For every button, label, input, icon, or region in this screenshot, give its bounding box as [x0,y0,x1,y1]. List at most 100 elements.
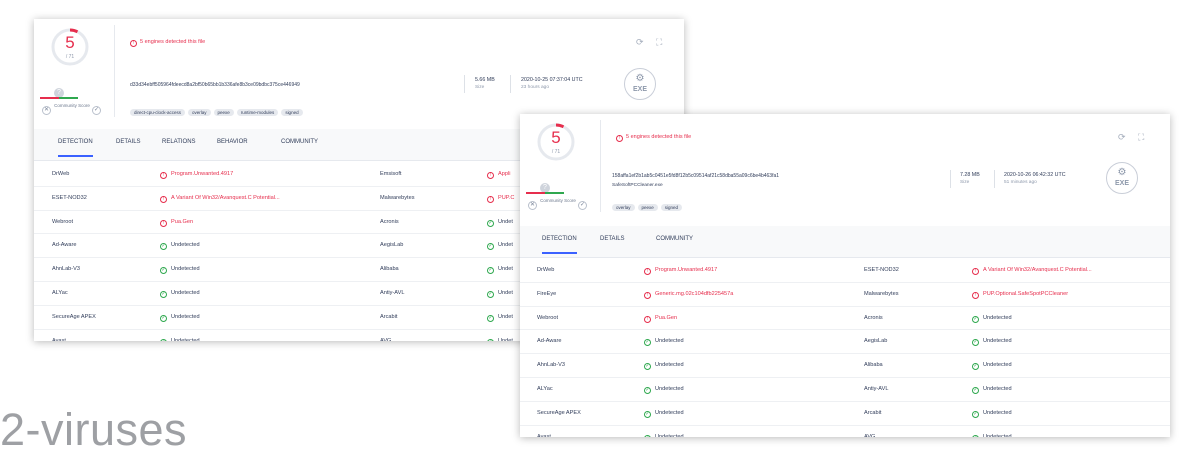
detection-result-text: Undetected [171,242,200,249]
detection-result: ✓ Undetected [972,434,1012,437]
similar-icon[interactable]: ⛶ [656,37,662,48]
check-icon: ✓ [160,243,167,251]
detection-result: ✓ Undet [487,314,513,322]
tag[interactable]: overlay [188,109,211,116]
community-score-bar [40,97,78,99]
detection-result-text: Undetected [655,433,684,437]
report-tabs: DETECTION DETAILS COMMUNITY [520,226,1170,258]
detection-result: ! Program.Unwanted.4917 [160,171,233,179]
check-icon: ✓ [160,338,167,341]
detection-result-text: Undetected [983,409,1012,416]
report-card-front: 5 / 71 ? ✕ Community Score ✓ ! 5 engines … [520,114,1170,437]
engine-name: Alibaba [864,362,883,369]
detection-result: ! Appli [487,171,510,179]
detection-result: ✓ Undetected [972,362,1012,371]
detection-result-text: Undetected [171,266,200,273]
file-name: SafeSoftPCCleaner.exe [612,183,663,188]
tab-community[interactable]: COMMUNITY [281,139,318,145]
tab-details[interactable]: DETAILS [600,236,625,242]
engine-name: Arcabit [380,313,398,320]
alert-icon: ! [616,135,623,142]
file-hash: 158affa1ef2b1ab5c0451e5fd8f12b5c09514af2… [612,173,780,179]
detection-result: ! Program.Unwanted.4917 [644,267,717,275]
tag[interactable]: peexe [637,204,658,211]
tab-details[interactable]: DETAILS [116,139,141,145]
detection-result-text: Undetected [655,385,684,392]
check-icon: ✓ [644,363,651,371]
tab-behavior[interactable]: BEHAVIOR [217,139,248,145]
engine-name: SecureAge APEX [537,409,581,416]
file-size-label: Size [960,180,970,185]
engine-name: AVG [380,337,392,341]
detection-result-text: Program.Unwanted.4917 [655,267,718,273]
tag[interactable]: signed [281,109,303,116]
detection-result-text: Undet [498,218,513,225]
detection-result-text: Pua.Gen [171,218,194,225]
tab-community[interactable]: COMMUNITY [656,236,693,242]
detection-result: ! PUP.C [487,195,514,203]
reanalyze-icon[interactable]: ⟳ [636,37,644,48]
tag[interactable]: runtime-modules [236,109,279,116]
vote-malicious-button[interactable]: ✕ [42,106,51,115]
tag[interactable]: signed [660,204,683,211]
detection-result-text: Undetected [983,385,1012,392]
engine-name: AhnLab-V3 [537,362,565,369]
check-icon: ✓ [487,243,494,251]
check-icon: ✓ [487,290,494,298]
engine-name: DrWeb [537,267,555,273]
detection-result: ! A Variant Of Win32/Avanquest.C Potentia… [972,267,1092,275]
reanalyze-icon[interactable]: ⟳ [1118,132,1126,143]
detection-result-text: Undetected [983,362,1012,369]
check-icon: ✓ [972,363,979,371]
detection-result-text: Undet [498,337,513,341]
detection-result-text: Undetected [983,433,1012,437]
tag[interactable]: direct-cpu-clock-access [130,109,186,116]
tab-detection[interactable]: DETECTION [542,236,577,254]
detection-result: ! Pua.Gen [160,219,193,227]
vote-malicious-button[interactable]: ✕ [528,201,537,210]
detection-result-text: Undetected [655,409,684,416]
tab-detection[interactable]: DETECTION [58,139,93,157]
check-icon: ✓ [972,386,979,394]
detection-result: ✓ Undetected [972,410,1012,418]
file-size: 5.66 MB [475,77,495,83]
check-icon: ✓ [644,410,651,418]
detection-result: ! Generic.mg.02c104dfb225457a [644,291,733,299]
check-icon: ✓ [972,410,979,418]
detection-alert: ! 5 engines detected this file [616,134,691,142]
divider [950,170,951,188]
tab-relations[interactable]: RELATIONS [162,139,196,145]
check-icon: ✓ [972,339,979,347]
engine-name: ESET-NOD32 [52,194,87,201]
detection-result-text: PUP.C [498,194,515,201]
scan-date: 2020-10-26 06:42:32 UTC [1004,172,1066,178]
tag[interactable]: peexe [213,109,234,116]
divider [464,75,465,93]
detection-result: ✓ Undet [487,290,513,298]
alert-icon: ! [160,195,167,203]
scan-date-relative: 51 minutes ago [1004,180,1037,185]
tag[interactable]: overlay [612,204,635,211]
alert-text: 5 engines detected this file [140,39,206,45]
table-row: ALYac ✓ Undetected Antiy-AVL ✓ Undetected [520,378,1170,402]
alert-icon: ! [644,315,651,323]
alert-icon: ! [487,195,494,203]
tag-list: direct-cpu-clock-access overlay peexe runti… [130,101,306,119]
check-icon: ✓ [160,290,167,298]
engine-name: Emsisoft [380,171,402,177]
check-icon: ✓ [487,267,494,275]
alert-icon: ! [644,268,651,275]
check-icon: ✓ [644,339,651,347]
detections-count: 5 [65,33,75,52]
similar-icon[interactable]: ⛶ [1138,132,1144,143]
community-score-label: Community Score [54,103,90,108]
detection-result-text: Undet [498,242,513,249]
detection-result-text: Generic.mg.02c104dfb225457a [655,290,734,297]
file-size-label: Size [475,85,485,90]
vote-harmless-button[interactable]: ✓ [92,106,101,115]
alert-icon: ! [972,268,979,275]
detection-result: ✓ Undet [487,242,513,251]
detection-result-text: Appli [498,171,511,177]
vote-harmless-button[interactable]: ✓ [578,201,587,210]
detection-result-text: A Variant Of Win32/Avanquest.C Potential… [171,194,280,201]
